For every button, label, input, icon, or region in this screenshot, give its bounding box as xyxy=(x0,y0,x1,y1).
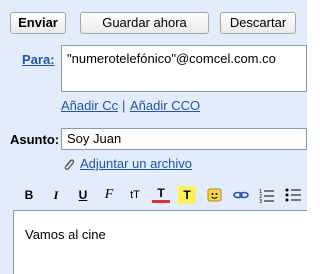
to-label-link[interactable]: Para: xyxy=(22,52,55,67)
text-color-button[interactable]: T xyxy=(152,186,170,203)
link-separator: | xyxy=(122,98,126,113)
font-size-button[interactable]: tT xyxy=(126,186,144,204)
font-button[interactable]: F xyxy=(100,186,118,204)
emoticon-icon[interactable] xyxy=(206,186,224,204)
underline-button[interactable]: U xyxy=(74,186,92,204)
discard-button[interactable]: Descartar xyxy=(220,12,296,34)
bold-button[interactable]: B xyxy=(20,186,38,204)
link-icon[interactable] xyxy=(232,186,250,204)
subject-field[interactable]: Soy Juan xyxy=(61,128,307,150)
compose-window: Enviar Guardar ahora Descartar Para: "nu… xyxy=(0,0,307,274)
add-cc-link[interactable]: Añadir Cc xyxy=(61,98,118,113)
bulleted-list-icon[interactable] xyxy=(284,186,302,204)
send-button[interactable]: Enviar xyxy=(10,12,66,34)
italic-button[interactable]: I xyxy=(47,186,65,204)
subject-label: Asunto: xyxy=(10,132,60,147)
highlight-button[interactable]: T xyxy=(178,186,196,204)
numbered-list-icon[interactable]: 1 2 3 xyxy=(258,186,276,204)
to-field[interactable]: "numerotelefónico"@comcel.com.co xyxy=(61,45,307,92)
add-bcc-link[interactable]: Añadir CCO xyxy=(130,98,200,113)
svg-text:3: 3 xyxy=(259,199,262,204)
attach-file-link[interactable]: Adjuntar un archivo xyxy=(80,156,192,171)
paperclip-icon xyxy=(64,159,75,170)
message-body[interactable]: Vamos al cine xyxy=(13,210,307,274)
save-now-button[interactable]: Guardar ahora xyxy=(80,12,209,34)
formatting-toolbar: B I U F tT T T 1 2 3 xyxy=(20,186,307,204)
